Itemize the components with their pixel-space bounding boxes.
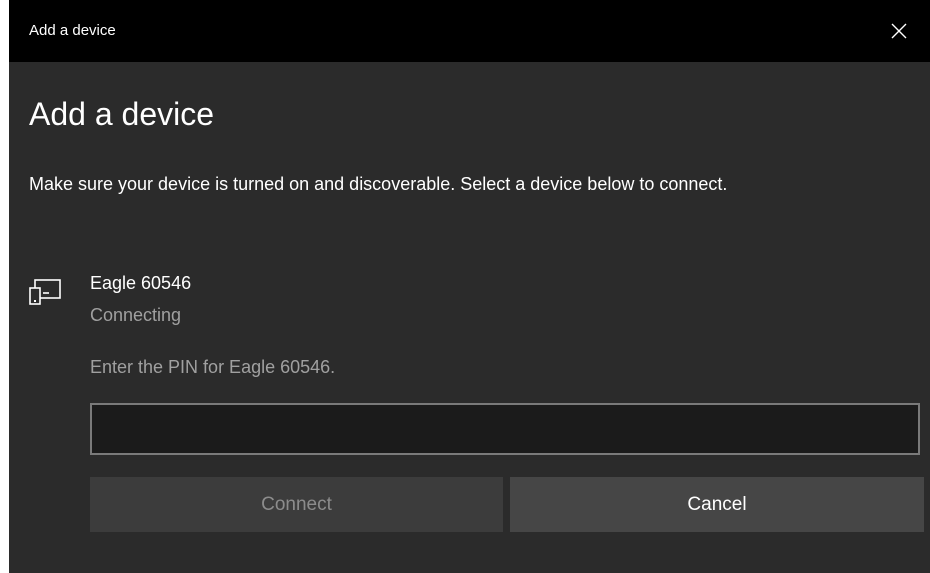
window-title: Add a device <box>29 22 116 39</box>
device-name: Eagle 60546 <box>90 273 192 293</box>
connect-button-label: Connect <box>261 493 332 515</box>
cancel-button-label: Cancel <box>687 493 747 515</box>
page-title: Add a device <box>29 96 215 132</box>
close-button[interactable] <box>868 0 930 62</box>
connect-button[interactable]: Connect <box>90 477 503 532</box>
close-icon <box>891 23 907 39</box>
pin-prompt-label: Enter the PIN for Eagle 60546. <box>90 357 336 377</box>
pin-input[interactable] <box>90 403 920 455</box>
add-device-dialog: Add a device Add a device Make sure your… <box>9 0 930 573</box>
device-status: Connecting <box>90 305 182 325</box>
instructions-text: Make sure your device is turned on and d… <box>29 174 728 194</box>
cancel-button[interactable]: Cancel <box>510 477 924 532</box>
title-bar: Add a device <box>9 0 930 62</box>
tablet-phone-icon <box>29 279 61 305</box>
